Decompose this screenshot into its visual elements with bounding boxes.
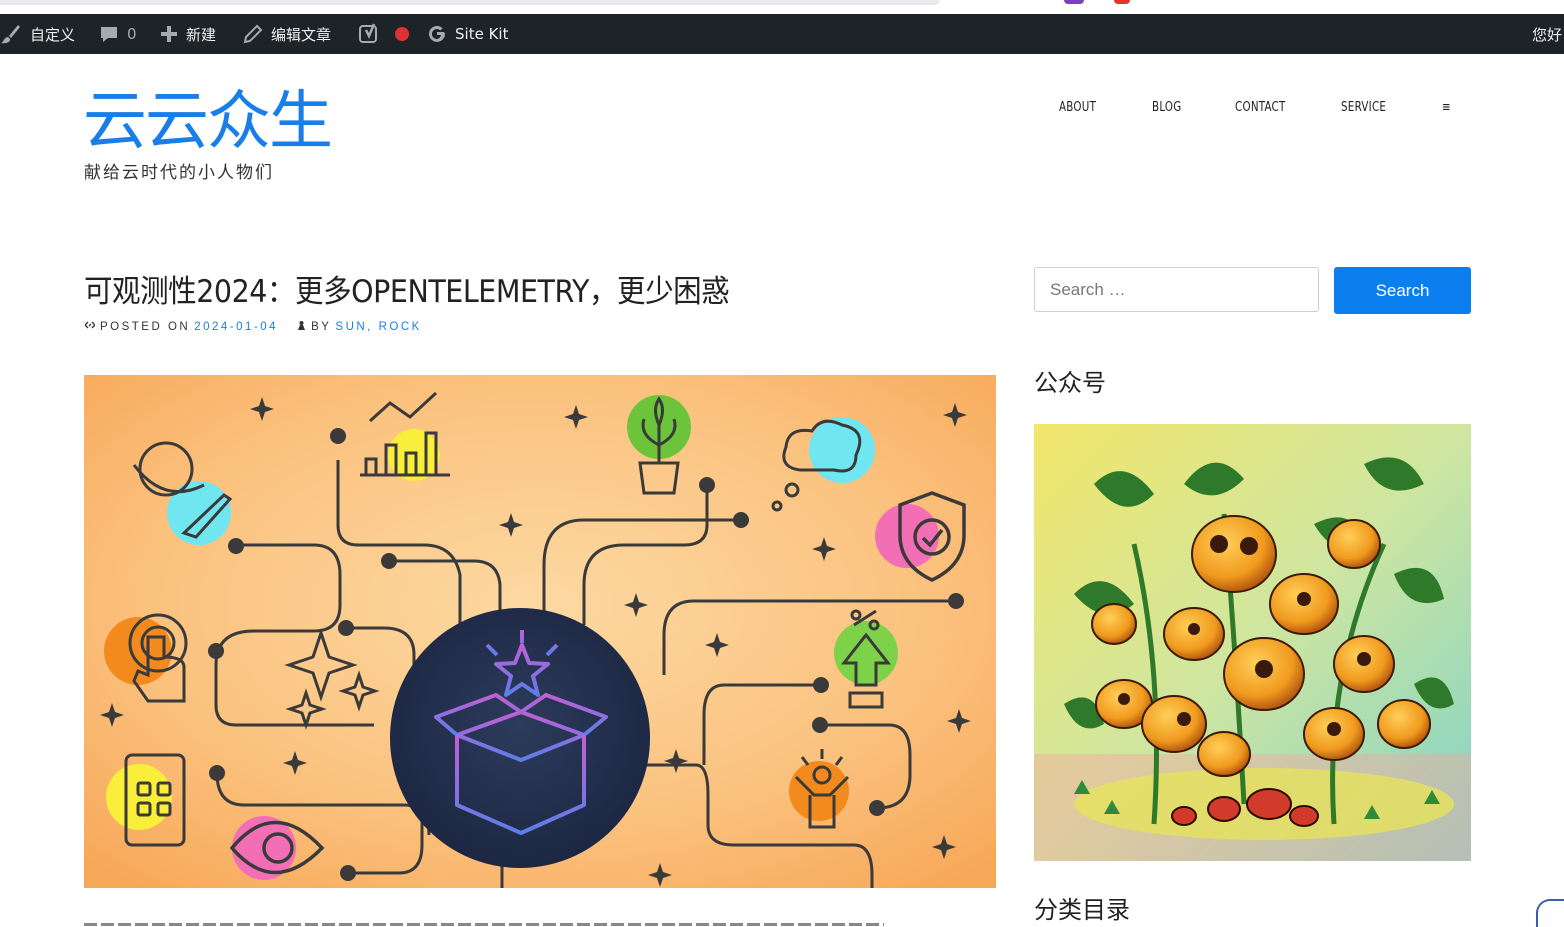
wechat-account-image — [1034, 424, 1471, 861]
nav-service[interactable]: SERVICE — [1341, 100, 1392, 115]
site-kit-label: Site Kit — [455, 25, 509, 43]
post-meta: POSTED ON 2024-01-04 BY SUN, ROCK — [84, 319, 422, 334]
comments-menu[interactable]: 0 — [99, 14, 137, 54]
edit-post-menu[interactable]: 编辑文章 — [243, 14, 331, 54]
extension-icon[interactable] — [1114, 0, 1130, 4]
admin-bar: 自定义 0 新建 编辑文章 Site Kit 您好 — [0, 14, 1564, 54]
browser-strip — [0, 0, 1564, 14]
floating-widget-icon[interactable] — [1536, 899, 1564, 927]
search-button[interactable]: Search — [1334, 267, 1471, 314]
new-content-menu[interactable]: 新建 — [160, 14, 216, 54]
extension-icon[interactable] — [1064, 0, 1084, 4]
nav-more-menu[interactable]: ≡ — [1442, 100, 1452, 115]
pencil-icon — [243, 24, 263, 44]
post-title[interactable]: 可观测性2024：更多OPENTELEMETRY，更少困惑 — [84, 266, 785, 311]
nav-contact-label: CONTACT — [1235, 100, 1286, 115]
nav-blog-label: BLOG — [1152, 100, 1182, 115]
plus-icon — [160, 25, 178, 43]
customize-menu[interactable]: 自定义 — [0, 14, 75, 54]
post-title-text: 可观测性2024：更多OPENTELEMETRY，更少困惑 — [84, 274, 730, 310]
excerpt-text-line — [84, 923, 884, 926]
post-excerpt — [84, 917, 884, 927]
author-icon — [296, 320, 307, 334]
nav-about-label: ABOUT — [1059, 100, 1097, 115]
edit-post-label: 编辑文章 — [271, 25, 332, 44]
nav-contact[interactable]: CONTACT — [1235, 100, 1292, 115]
search-input[interactable] — [1034, 267, 1319, 312]
address-bar[interactable] — [0, 0, 940, 5]
site-kit-menu[interactable]: Site Kit — [427, 14, 508, 54]
widget-title-categories: 分类目录 — [1034, 896, 1130, 924]
paintbrush-icon — [0, 23, 22, 45]
posted-on-label: POSTED ON — [100, 320, 191, 333]
nav-blog[interactable]: BLOG — [1152, 100, 1186, 115]
nav-about[interactable]: ABOUT — [1059, 100, 1101, 115]
site-tagline: 献给云时代的小人物们 — [84, 163, 274, 183]
comment-icon — [99, 24, 119, 44]
seo-status-dot-icon — [394, 26, 410, 42]
site-title[interactable]: 云云众生 — [83, 82, 333, 162]
yoast-menu[interactable] — [358, 14, 410, 54]
link-icon — [84, 319, 96, 334]
new-label: 新建 — [186, 25, 217, 44]
featured-image[interactable] — [84, 375, 996, 888]
post-authors-link[interactable]: SUN, ROCK — [335, 321, 421, 333]
greeting-label: 您好 — [1531, 25, 1562, 44]
nav-service-label: SERVICE — [1341, 100, 1387, 115]
post-date-link[interactable]: 2024-01-04 — [194, 321, 278, 333]
comments-count: 0 — [127, 25, 137, 43]
account-greeting[interactable]: 您好 — [1532, 14, 1562, 54]
widget-title-wechat: 公众号 — [1034, 369, 1106, 397]
by-label: BY — [311, 320, 332, 333]
google-g-icon — [427, 24, 447, 44]
menu-icon: ≡ — [1442, 100, 1451, 115]
customize-label: 自定义 — [30, 25, 76, 44]
yoast-icon — [358, 23, 380, 45]
